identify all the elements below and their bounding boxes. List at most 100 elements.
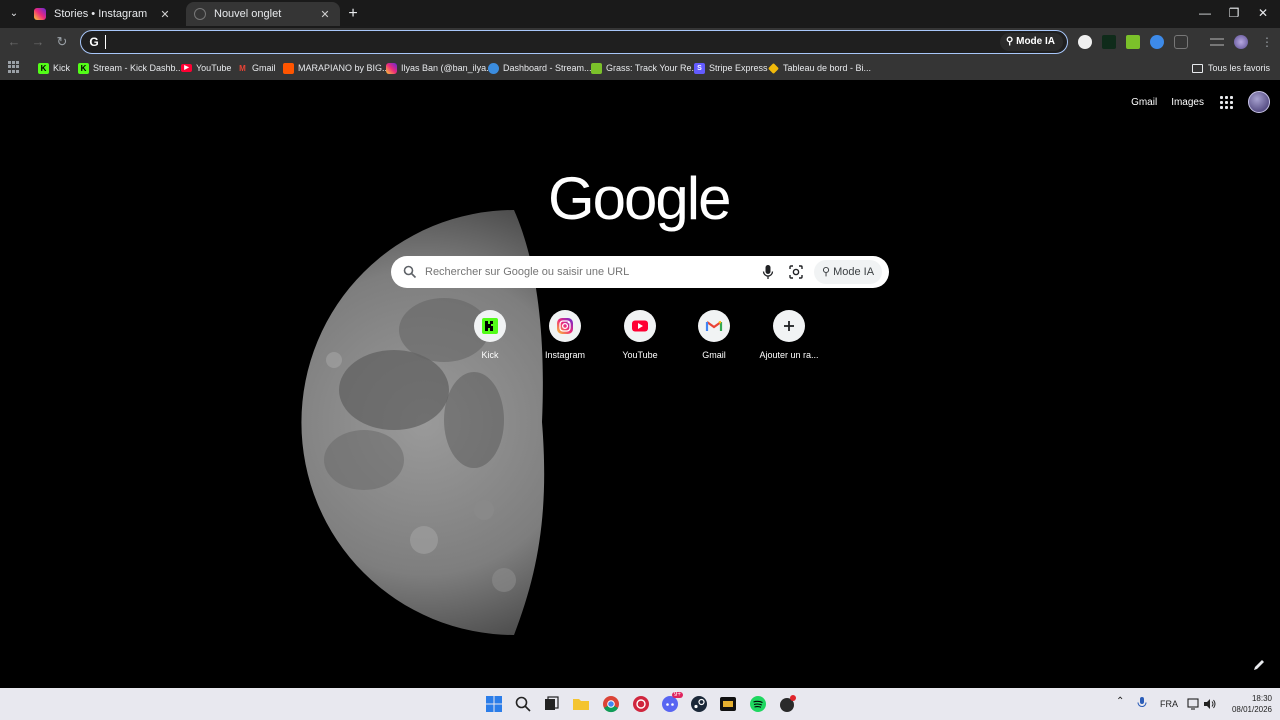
tray-chevron-up-icon[interactable]: ⌃ [1116,696,1124,707]
app-red-icon[interactable] [632,695,650,713]
shortcut-tile [624,310,656,342]
sparkle-search-icon: ⚲ [1006,36,1017,47]
app-dark-icon[interactable] [778,695,796,713]
bookmark-label: Stripe Express [709,63,768,73]
bookmarks-bar: K Kick K Stream - Kick Dashb... ▶ YouTube M… [0,56,1280,80]
bookmark-label: MARAPIANO by BIG... [298,63,390,73]
window-close-icon[interactable]: ✕ [1254,6,1272,20]
clock-time: 18:30 [1251,694,1272,703]
shortcut-kick[interactable]: Kick [450,308,530,368]
network-icon[interactable] [1187,697,1201,711]
forward-icon[interactable]: → [30,34,46,50]
extension-grass-icon[interactable] [1126,35,1140,49]
tab-strip: ⌄ Stories • Instagram ✕ Nouvel onglet ✕ … [0,0,1280,28]
instagram-icon [34,8,46,20]
instagram-icon [557,318,573,334]
bookmark-label: Stream - Kick Dashb... [93,63,184,73]
search-mode-ia-button[interactable]: ⚲ Mode IA [814,260,882,284]
microphone-tray-icon[interactable] [1136,696,1148,710]
shortcut-add[interactable]: Ajouter un ra... [749,308,829,368]
language-indicator[interactable]: FRA [1160,699,1178,709]
system-clock[interactable]: 18:30 08/01/2026 [1222,693,1272,715]
account-avatar[interactable] [1248,91,1270,113]
images-link[interactable]: Images [1171,97,1204,108]
close-icon[interactable]: ✕ [318,8,332,21]
shortcut-label: YouTube [622,350,658,360]
omnibox-mode-label: Mode IA [1016,36,1055,47]
bookmark-label: Gmail [252,63,276,73]
bookmark-instagram[interactable]: Ilyas Ban (@ban_ilya... [386,60,494,76]
file-explorer-icon[interactable] [572,695,590,713]
search-icon [403,265,417,279]
volume-icon[interactable] [1203,697,1217,711]
youtube-icon: ▶ [181,64,192,72]
search-icon[interactable] [514,695,532,713]
shortcut-youtube[interactable]: YouTube [600,308,680,368]
shortcut-tile [549,310,581,342]
search-input[interactable] [425,256,755,288]
tab-new-tab[interactable]: Nouvel onglet ✕ [186,2,340,26]
stripe-icon: S [694,62,705,74]
shortcut-tile [773,310,805,342]
text-caret [105,35,106,49]
extension-blue-icon[interactable] [1150,35,1164,49]
bookmark-gmail[interactable]: M Gmail [237,60,276,76]
bookmark-label: Dashboard - Stream... [503,63,592,73]
tab-instagram[interactable]: Stories • Instagram ✕ [26,2,180,26]
tab-search-chevron-icon[interactable]: ⌄ [6,6,22,22]
spotify-icon[interactable] [749,695,767,713]
gmail-icon: M [239,63,246,73]
kick-icon: K [78,62,89,74]
loading-icon [194,8,206,20]
extension-terminal-icon[interactable] [1102,35,1116,49]
bookmark-streamlabs[interactable]: Dashboard - Stream... [488,60,592,76]
search-mode-label: Mode IA [833,266,875,278]
shortcut-tile [474,310,506,342]
bookmark-label: Ilyas Ban (@ban_ilya... [401,63,494,73]
bookmark-grass[interactable]: Grass: Track Your Re... [591,60,699,76]
bookmark-kick-dashboard[interactable]: K Stream - Kick Dashb... [78,60,183,76]
shortcut-gmail[interactable]: Gmail [674,308,754,368]
app-black-icon[interactable] [719,695,737,713]
plus-icon [784,321,794,331]
profile-avatar-icon[interactable] [1234,35,1248,49]
apps-grid-icon[interactable] [8,61,20,73]
shortcut-label: Gmail [702,350,726,360]
bookmark-label: Kick [53,63,71,73]
customize-pencil-icon[interactable] [1252,658,1266,672]
extension-mask-icon[interactable] [1078,35,1092,49]
kick-icon: K [38,62,49,74]
task-view-icon[interactable] [542,695,560,713]
bookmark-youtube[interactable]: ▶ YouTube [181,60,231,76]
close-icon[interactable]: ✕ [158,8,172,21]
bookmark-marapiano[interactable]: MARAPIANO by BIG... [283,60,390,76]
omnibox-mode-ia-button[interactable]: ⚲ Mode IA [1000,33,1063,51]
extensions-puzzle-icon[interactable] [1174,35,1188,49]
new-tab-page: Gmail Images Google ⚲ Mode IA [0,80,1280,688]
search-box[interactable]: ⚲ Mode IA [391,256,889,288]
google-apps-icon[interactable] [1220,96,1233,109]
microphone-icon[interactable] [761,264,775,280]
reload-icon[interactable]: ↻ [54,34,70,50]
restore-icon[interactable]: ❐ [1225,6,1243,20]
shortcut-label: Instagram [544,350,586,360]
bookmark-binance[interactable]: Tableau de bord - Bi... [768,60,871,76]
chrome-icon[interactable] [602,695,620,713]
gmail-icon [705,320,723,331]
folder-icon [1191,63,1203,73]
all-bookmarks-button[interactable]: Tous les favoris [1191,60,1270,76]
browser-chrome: ⌄ Stories • Instagram ✕ Nouvel onglet ✕ … [0,0,1280,80]
address-bar[interactable]: G ⚲ Mode IA [80,30,1068,54]
menu-dots-icon[interactable]: ⋮ [1260,35,1274,49]
minimize-icon[interactable]: — [1196,6,1214,20]
new-tab-plus-icon[interactable]: + [344,5,362,23]
gmail-link[interactable]: Gmail [1131,97,1157,108]
shortcut-instagram[interactable]: Instagram [525,308,605,368]
bookmark-stripe[interactable]: S Stripe Express [694,60,768,76]
reading-list-icon[interactable] [1210,38,1224,46]
steam-icon[interactable] [690,695,708,713]
windows-start-icon[interactable] [485,695,503,713]
back-icon[interactable]: ← [6,34,22,50]
bookmark-kick[interactable]: K Kick [38,60,70,76]
google-lens-icon[interactable] [788,264,804,280]
